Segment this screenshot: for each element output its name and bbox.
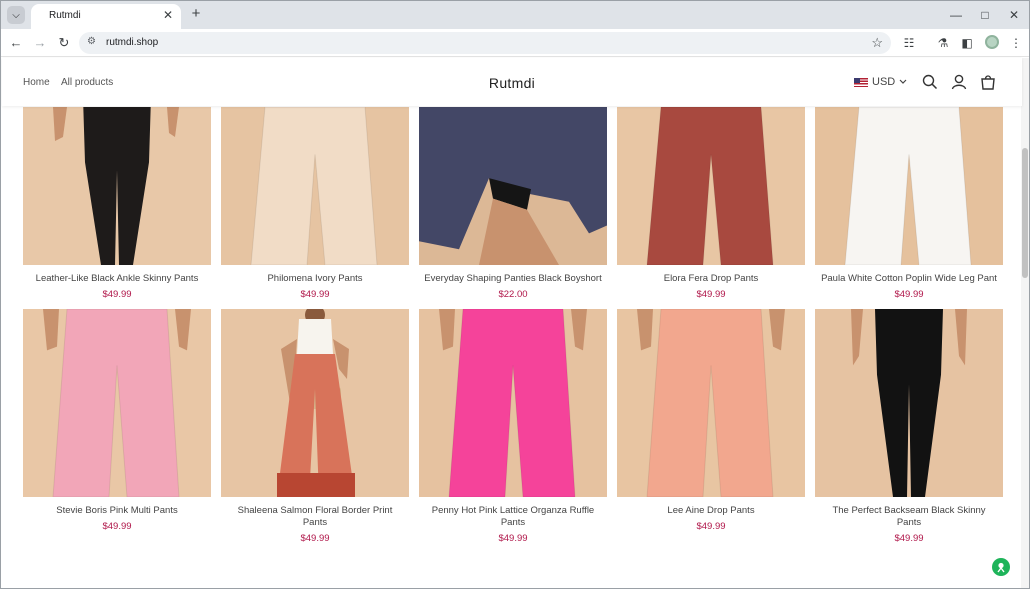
menu-kebab-icon[interactable]: ⋮ bbox=[1007, 34, 1025, 52]
side-panel-icon[interactable]: ◧ bbox=[958, 34, 976, 52]
product-photo bbox=[646, 107, 774, 265]
cart-bag-icon[interactable] bbox=[979, 73, 997, 91]
account-icon[interactable] bbox=[950, 73, 968, 91]
product-card[interactable]: Philomena Ivory Pants $49.99 bbox=[221, 107, 409, 300]
product-name[interactable]: Stevie Boris Pink Multi Pants bbox=[23, 505, 211, 517]
currency-selector[interactable]: USD bbox=[854, 76, 907, 88]
address-bar[interactable]: ⚙ rutmdi.shop ☆ bbox=[79, 32, 891, 54]
chat-icon bbox=[997, 562, 1005, 573]
minimize-icon[interactable]: — bbox=[947, 6, 965, 24]
close-window-icon[interactable]: ✕ bbox=[1005, 6, 1023, 24]
product-name[interactable]: The Perfect Backseam Black Skinny Pants bbox=[815, 505, 1003, 529]
product-photo bbox=[250, 107, 378, 265]
product-name[interactable]: Elora Fera Drop Pants bbox=[617, 273, 805, 285]
new-tab-button[interactable]: + bbox=[187, 6, 205, 24]
product-card[interactable]: Elora Fera Drop Pants $49.99 bbox=[617, 107, 805, 300]
product-card[interactable]: The Perfect Backseam Black Skinny Pants $… bbox=[815, 309, 1003, 544]
page-scrollbar[interactable] bbox=[1021, 58, 1029, 588]
product-price: $49.99 bbox=[300, 289, 330, 300]
product-price: $49.99 bbox=[696, 289, 726, 300]
scrollbar-thumb[interactable] bbox=[1022, 148, 1028, 278]
bookmark-star-icon[interactable]: ☆ bbox=[871, 35, 883, 51]
product-card[interactable]: Paula White Cotton Poplin Wide Leg Pant $… bbox=[815, 107, 1003, 300]
product-card[interactable]: Everyday Shaping Panties Black Boyshort $… bbox=[419, 107, 607, 300]
product-price: $22.00 bbox=[498, 289, 528, 300]
tab-title: Rutmdi bbox=[49, 10, 81, 21]
product-price: $49.99 bbox=[102, 521, 132, 532]
product-card[interactable]: Stevie Boris Pink Multi Pants $49.99 bbox=[23, 309, 211, 532]
product-image[interactable] bbox=[617, 107, 805, 265]
product-image[interactable] bbox=[419, 309, 607, 497]
reload-icon[interactable]: ↻ bbox=[55, 34, 73, 52]
product-image[interactable] bbox=[815, 309, 1003, 497]
product-price: $49.99 bbox=[300, 533, 330, 544]
product-price: $49.99 bbox=[696, 521, 726, 532]
profile-avatar[interactable] bbox=[985, 35, 999, 49]
browser-window: ⌵ Rutmdi ✕ + — □ ✕ ← → ↻ ⚙ rutmdi.shop ☆… bbox=[0, 0, 1030, 589]
product-price: $49.99 bbox=[894, 533, 924, 544]
product-photo bbox=[53, 107, 179, 265]
tab-strip: ⌵ Rutmdi ✕ + — □ ✕ bbox=[1, 1, 1029, 29]
product-photo bbox=[277, 309, 355, 497]
product-image[interactable] bbox=[23, 309, 211, 497]
product-image[interactable] bbox=[419, 107, 607, 265]
product-photo bbox=[43, 309, 191, 497]
product-photo bbox=[851, 309, 967, 497]
product-grid: Leather-Like Black Ankle Skinny Pants $49… bbox=[2, 58, 1022, 588]
product-card[interactable]: Penny Hot Pink Lattice Organza Ruffle Pa… bbox=[419, 309, 607, 544]
product-photo bbox=[844, 107, 972, 265]
chat-widget-button[interactable] bbox=[992, 558, 1010, 576]
tab-search-button[interactable]: ⌵ bbox=[7, 6, 25, 24]
maximize-icon[interactable]: □ bbox=[976, 6, 994, 24]
site-settings-icon[interactable]: ⚙ bbox=[87, 36, 96, 47]
product-name[interactable]: Paula White Cotton Poplin Wide Leg Pant bbox=[815, 273, 1003, 285]
product-card[interactable]: Lee Aine Drop Pants $49.99 bbox=[617, 309, 805, 532]
product-name[interactable]: Everyday Shaping Panties Black Boyshort bbox=[419, 273, 607, 285]
product-image[interactable] bbox=[221, 107, 409, 265]
product-name[interactable]: Philomena Ivory Pants bbox=[221, 273, 409, 285]
site-header: Home All products Rutmdi USD bbox=[2, 58, 1022, 106]
product-card[interactable]: Leather-Like Black Ankle Skinny Pants $49… bbox=[23, 107, 211, 300]
currency-label: USD bbox=[872, 76, 896, 88]
product-image[interactable] bbox=[23, 107, 211, 265]
product-image[interactable] bbox=[815, 107, 1003, 265]
product-name[interactable]: Lee Aine Drop Pants bbox=[617, 505, 805, 517]
close-tab-icon[interactable]: ✕ bbox=[161, 8, 175, 22]
labs-flask-icon[interactable]: ⚗ bbox=[934, 34, 952, 52]
product-photo bbox=[637, 309, 785, 497]
product-name[interactable]: Penny Hot Pink Lattice Organza Ruffle Pa… bbox=[419, 505, 607, 529]
chevron-down-icon: ⌵ bbox=[12, 9, 20, 21]
product-name[interactable]: Shaleena Salmon Floral Border Print Pant… bbox=[221, 505, 409, 529]
product-price: $49.99 bbox=[894, 289, 924, 300]
us-flag-icon bbox=[854, 77, 868, 87]
product-photo bbox=[439, 309, 587, 497]
product-photo bbox=[419, 107, 607, 265]
site-logo[interactable]: Rutmdi bbox=[462, 75, 562, 91]
forward-arrow-icon[interactable]: → bbox=[31, 34, 49, 52]
product-image[interactable] bbox=[617, 309, 805, 497]
nav-all-products-link[interactable]: All products bbox=[61, 77, 113, 88]
back-arrow-icon[interactable]: ← bbox=[7, 34, 25, 52]
product-name[interactable]: Leather-Like Black Ankle Skinny Pants bbox=[23, 273, 211, 285]
product-image[interactable] bbox=[221, 309, 409, 497]
search-icon[interactable] bbox=[921, 73, 939, 91]
browser-toolbar: ← → ↻ ⚙ rutmdi.shop ☆ ☷ ⚗ ◧ ⋮ bbox=[1, 29, 1029, 57]
product-price: $49.99 bbox=[498, 533, 528, 544]
product-card[interactable]: Shaleena Salmon Floral Border Print Pant… bbox=[221, 309, 409, 544]
tab-rutmdi[interactable]: Rutmdi ✕ bbox=[31, 4, 181, 29]
url-text: rutmdi.shop bbox=[106, 37, 159, 48]
chevron-down-icon bbox=[899, 79, 907, 84]
nav-home-link[interactable]: Home bbox=[23, 77, 50, 88]
extensions-icon[interactable]: ☷ bbox=[900, 34, 918, 52]
product-price: $49.99 bbox=[102, 289, 132, 300]
